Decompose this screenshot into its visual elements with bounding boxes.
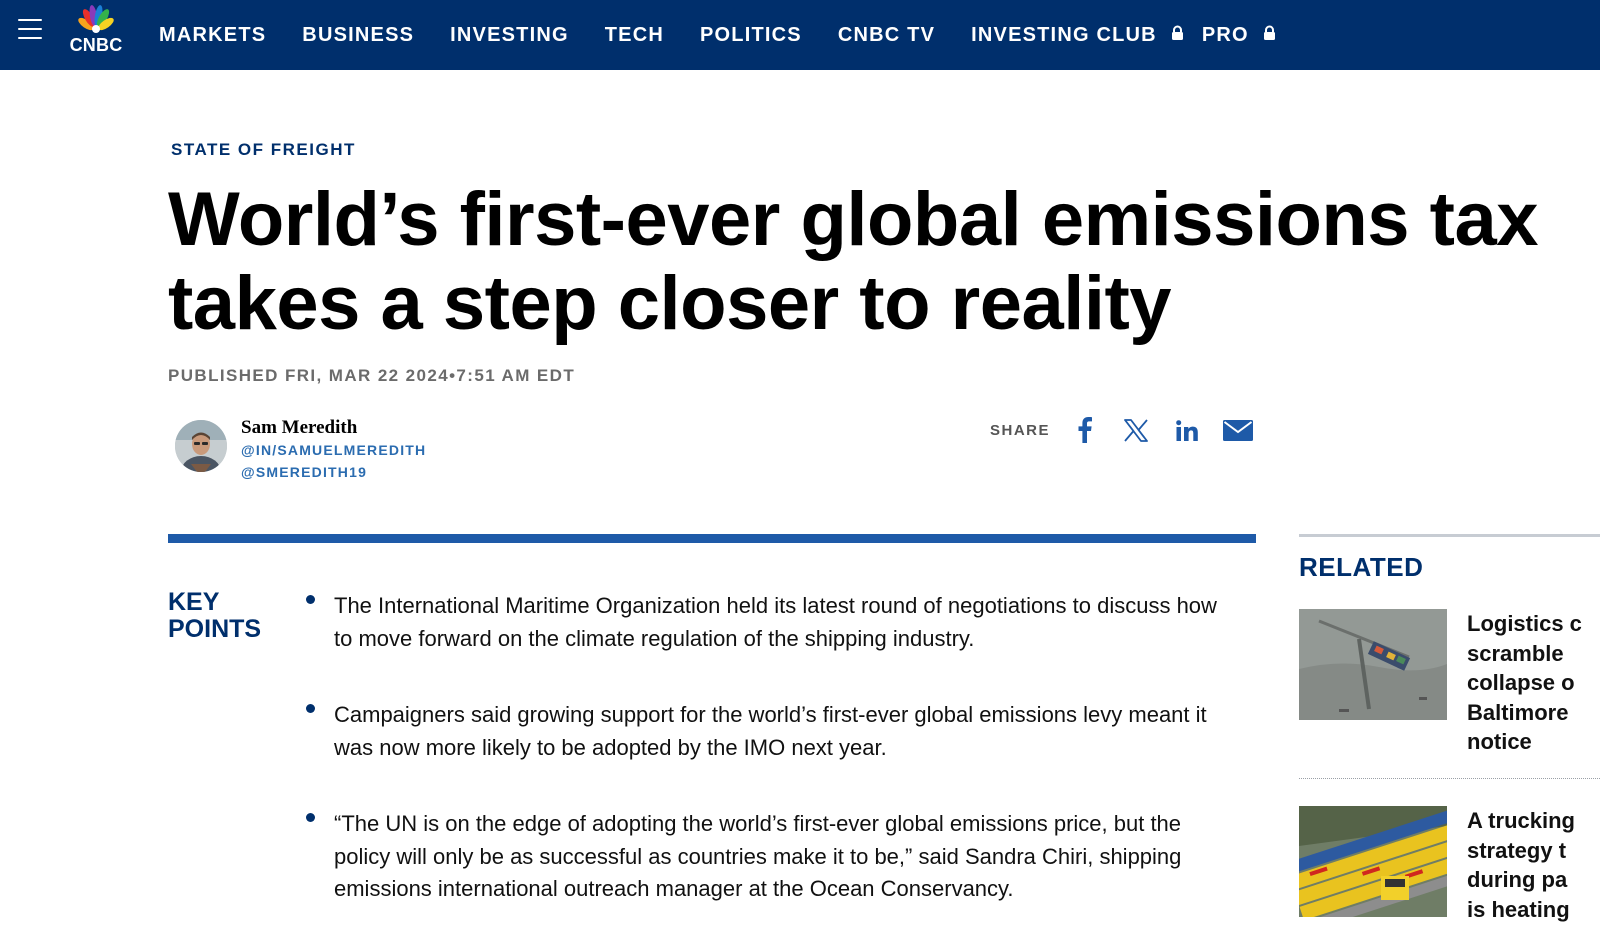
key-points-heading-line-2: POINTS [168, 615, 262, 643]
related-title-line: during pa [1467, 867, 1568, 892]
facebook-share-button[interactable] [1068, 413, 1102, 447]
main-nav: MARKETS BUSINESS INVESTING TECH POLITICS… [159, 0, 1312, 70]
related-article-title[interactable]: Logistics c scramble collapse o Baltimor… [1467, 609, 1600, 757]
nav-pro[interactable]: PRO [1202, 24, 1276, 47]
email-share-button[interactable] [1221, 413, 1255, 447]
key-points-top-rule [168, 534, 1256, 543]
nav-cnbc-tv[interactable]: CNBC TV [838, 24, 935, 47]
article-kicker[interactable]: STATE OF FREIGHT [171, 140, 356, 160]
related-article-thumbnail[interactable] [1299, 806, 1447, 917]
headline-line-2: takes a step closer to reality [168, 261, 1172, 346]
key-point-item: “The UN is on the edge of adopting the w… [306, 808, 1236, 906]
nav-politics[interactable]: POLITICS [700, 24, 802, 47]
nav-label: CNBC TV [837, 23, 936, 46]
author-twitter-link[interactable]: @SMEREDITH19 [241, 464, 367, 480]
share-label: SHARE [990, 421, 1051, 439]
author-linkedin-link[interactable]: @IN/SAMUELMEREDITH [241, 442, 426, 458]
related-top-rule [1299, 534, 1600, 537]
nav-label: INVESTING CLUB [971, 23, 1157, 46]
nav-label: TECH [604, 23, 664, 46]
published-timestamp: PUBLISHED FRI, MAR 22 2024•7:51 AM EDT [168, 366, 576, 385]
related-heading: RELATED [1299, 552, 1424, 582]
top-navigation-bar: CNBC MARKETS BUSINESS INVESTING TECH POL… [0, 0, 1600, 70]
key-points-heading: KEY POINTS [168, 589, 261, 643]
related-title-line: Baltimore [1467, 699, 1569, 725]
linkedin-icon [1176, 419, 1198, 441]
key-point-item: The International Maritime Organization … [306, 590, 1236, 655]
nav-investing-club[interactable]: INVESTING CLUB [971, 24, 1184, 47]
headline-line-1: World’s first-ever global emissions tax [168, 177, 1539, 262]
linkedin-share-button[interactable] [1170, 413, 1204, 447]
related-title-line: notice [1467, 729, 1532, 754]
author-avatar[interactable] [175, 420, 227, 472]
x-share-button[interactable] [1119, 413, 1153, 447]
related-article-thumbnail[interactable] [1299, 609, 1447, 720]
key-point-text: “The UN is on the edge of adopting the w… [334, 811, 1182, 901]
lock-icon [1171, 24, 1184, 47]
related-divider [1299, 778, 1600, 779]
bullet-icon [306, 704, 315, 713]
nav-label: BUSINESS [302, 23, 415, 46]
logo-text: CNBC [69, 35, 123, 55]
related-title-line: scramble [1467, 640, 1564, 666]
peacock-icon [78, 5, 114, 33]
nav-label: POLITICS [700, 23, 802, 46]
key-point-text: Campaigners said growing support for the… [334, 702, 1207, 760]
article-headline: World’s first-ever global emissions tax … [168, 178, 1600, 346]
related-title-line: Logistics c [1467, 611, 1582, 636]
key-points-list: The International Maritime Organization … [306, 590, 1236, 946]
nav-label: PRO [1201, 23, 1249, 46]
x-icon [1124, 418, 1148, 442]
nav-investing[interactable]: INVESTING [450, 24, 569, 47]
nav-label: MARKETS [159, 23, 267, 46]
related-title-line: is heating [1467, 896, 1570, 922]
related-title-line: strategy t [1467, 837, 1567, 863]
cnbc-logo[interactable]: CNBC [64, 4, 128, 55]
facebook-icon [1078, 417, 1093, 443]
related-title-line: A trucking [1467, 808, 1575, 833]
nav-label: INVESTING [450, 23, 569, 46]
share-bar: SHARE [990, 410, 1272, 450]
key-points-heading-line-1: KEY [168, 588, 220, 616]
related-article-title[interactable]: A trucking strategy t during pa is heati… [1467, 806, 1600, 924]
author-name[interactable]: Sam Meredith [241, 417, 357, 439]
key-point-item: Campaigners said growing support for the… [306, 699, 1236, 764]
hamburger-menu-icon[interactable] [18, 19, 42, 41]
email-icon [1223, 419, 1254, 441]
nav-business[interactable]: BUSINESS [302, 24, 414, 47]
bullet-icon [306, 595, 315, 604]
related-title-line: collapse o [1467, 670, 1575, 695]
bullet-icon [306, 813, 315, 822]
nav-markets[interactable]: MARKETS [159, 24, 266, 47]
nav-tech[interactable]: TECH [605, 24, 664, 47]
key-point-text: The International Maritime Organization … [334, 593, 1217, 651]
lock-icon [1263, 24, 1276, 47]
